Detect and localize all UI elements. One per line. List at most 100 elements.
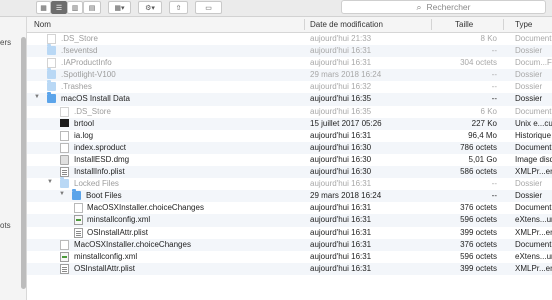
file-name: ia.log bbox=[74, 130, 94, 140]
column-separator[interactable] bbox=[431, 19, 432, 30]
column-date-header[interactable]: Date de modification bbox=[310, 20, 383, 29]
folder-icon bbox=[72, 189, 81, 201]
document-icon bbox=[60, 239, 69, 250]
folder-icon bbox=[47, 68, 56, 80]
file-type: Document bbox=[515, 203, 552, 213]
file-size: 96,4 Mo bbox=[468, 130, 497, 140]
list-row[interactable]: InstallInfo.plist aujourd'hui 16:30 586 … bbox=[27, 166, 552, 179]
list-row[interactable]: OSInstallAttr.plist aujourd'hui 16:31 39… bbox=[27, 227, 552, 239]
column-type-header[interactable]: Type bbox=[515, 20, 532, 29]
file-date: 29 mars 2018 16:24 bbox=[310, 191, 382, 201]
file-type: Dossier bbox=[515, 94, 543, 104]
file-name: Boot Files bbox=[86, 191, 122, 201]
document-icon bbox=[60, 142, 69, 153]
file-size: 304 octets bbox=[460, 58, 497, 68]
list-row[interactable]: OSInstallAttr.plist aujourd'hui 16:31 39… bbox=[27, 262, 552, 275]
list-row[interactable]: MacOSXInstaller.choiceChanges aujourd'hu… bbox=[27, 202, 552, 214]
file-size: -- bbox=[491, 82, 497, 92]
gallery-view-icon: ▤ bbox=[88, 4, 96, 12]
list-row[interactable]: .fseventsd aujourd'hui 16:31 -- Dossier bbox=[27, 44, 552, 58]
file-date: aujourd'hui 16:31 bbox=[310, 215, 372, 225]
plist-file-icon bbox=[60, 263, 69, 274]
file-date: aujourd'hui 16:31 bbox=[310, 239, 372, 249]
list-row[interactable]: .Trashes aujourd'hui 16:32 -- Dossier bbox=[27, 80, 552, 93]
terminal-executable-icon bbox=[60, 118, 69, 127]
list-view-button[interactable]: ☰ bbox=[51, 1, 67, 14]
list-row[interactable]: brtool 15 juillet 2017 05:26 227 Ko Unix… bbox=[27, 117, 552, 130]
tag-button[interactable]: ▭ bbox=[195, 1, 222, 14]
file-size: -- bbox=[491, 191, 497, 201]
list-row[interactable]: index.sproduct aujourd'hui 16:30 786 oct… bbox=[27, 141, 552, 154]
file-date: aujourd'hui 16:31 bbox=[310, 179, 372, 189]
list-row[interactable]: minstallconfig.xml aujourd'hui 16:31 596… bbox=[27, 251, 552, 263]
file-type: eXtens...ument bbox=[515, 251, 552, 261]
file-name: .DS_Store bbox=[74, 106, 111, 116]
file-size: -- bbox=[491, 94, 497, 104]
file-type: Dossier bbox=[515, 46, 543, 56]
toolbar: ▦ ☰ ▥ ▤ ▦▾ ⚙▾ ⇧ ▭ ⌕ Rechercher bbox=[0, 0, 552, 17]
column-view-icon: ▥ bbox=[71, 4, 79, 12]
list-row[interactable]: .DS_Store aujourd'hui 21:33 8 Ko Documen… bbox=[27, 33, 552, 45]
file-type: Historique bbox=[515, 130, 552, 140]
gear-icon: ⚙▾ bbox=[145, 4, 155, 12]
file-date: 15 juillet 2017 05:26 bbox=[310, 118, 382, 128]
list-row[interactable]: ia.log aujourd'hui 16:31 96,4 Mo Histori… bbox=[27, 130, 552, 142]
list-row[interactable]: ▼ macOS Install Data aujourd'hui 16:35 -… bbox=[27, 92, 552, 106]
file-date: 29 mars 2018 16:24 bbox=[310, 70, 382, 80]
file-name: .Trashes bbox=[61, 82, 92, 92]
file-type: XMLPr...ertyList bbox=[515, 263, 552, 273]
list-row[interactable]: InstallESD.dmg aujourd'hui 16:30 5,01 Go… bbox=[27, 154, 552, 166]
gallery-view-button[interactable]: ▤ bbox=[83, 1, 101, 14]
document-icon bbox=[74, 203, 83, 214]
arrange-button[interactable]: ▦▾ bbox=[108, 1, 131, 14]
file-date: aujourd'hui 16:31 bbox=[310, 251, 372, 261]
disclosure-triangle-expanded-icon[interactable]: ▼ bbox=[59, 191, 65, 197]
column-view-button[interactable]: ▥ bbox=[67, 1, 83, 14]
file-size: 8 Ko bbox=[480, 34, 497, 43]
list-row[interactable]: .IAProductInfo aujourd'hui 16:31 304 oct… bbox=[27, 57, 552, 69]
column-header: Nom Date de modification Taille Type bbox=[27, 17, 552, 33]
disclosure-triangle-expanded-icon[interactable]: ▼ bbox=[47, 179, 53, 185]
sidebar-item-partial-2[interactable]: ots bbox=[0, 221, 11, 230]
list-row[interactable]: .DS_Store aujourd'hui 16:35 6 Ko Documen… bbox=[27, 106, 552, 118]
list-row[interactable]: minstallconfig.xml aujourd'hui 16:31 596… bbox=[27, 214, 552, 227]
file-list: .DS_Store aujourd'hui 21:33 8 Ko Documen… bbox=[27, 33, 552, 275]
list-row[interactable]: MacOSXInstaller.choiceChanges aujourd'hu… bbox=[27, 238, 552, 251]
file-size: 399 octets bbox=[460, 227, 497, 237]
file-name: .fseventsd bbox=[61, 46, 98, 56]
file-type: Document bbox=[515, 239, 552, 249]
file-date: aujourd'hui 16:31 bbox=[310, 203, 372, 213]
file-date: aujourd'hui 16:30 bbox=[310, 167, 372, 177]
search-placeholder: Rechercher bbox=[426, 2, 471, 12]
file-type: Document bbox=[515, 34, 552, 43]
file-name: minstallconfig.xml bbox=[74, 251, 138, 261]
file-size: 376 octets bbox=[460, 203, 497, 213]
file-date: aujourd'hui 21:33 bbox=[310, 34, 372, 43]
folder-icon bbox=[47, 44, 56, 56]
file-size: 5,01 Go bbox=[468, 154, 497, 164]
file-size: 586 octets bbox=[460, 167, 497, 177]
file-name: MacOSXInstaller.choiceChanges bbox=[87, 203, 204, 213]
plist-file-icon bbox=[60, 167, 69, 178]
action-button[interactable]: ⚙▾ bbox=[138, 1, 162, 14]
sidebar-item-partial-1[interactable]: ers bbox=[0, 38, 11, 47]
file-name: OSInstallAttr.plist bbox=[74, 263, 135, 273]
search-field[interactable]: ⌕ Rechercher bbox=[341, 0, 546, 14]
list-row[interactable]: .Spotlight-V100 29 mars 2018 16:24 -- Do… bbox=[27, 68, 552, 82]
icon-view-button[interactable]: ▦ bbox=[36, 1, 51, 14]
column-separator[interactable] bbox=[503, 19, 504, 30]
share-button[interactable]: ⇧ bbox=[169, 1, 188, 14]
file-name: InstallESD.dmg bbox=[74, 154, 130, 164]
file-date: aujourd'hui 16:35 bbox=[310, 106, 372, 116]
share-icon: ⇧ bbox=[175, 4, 182, 12]
list-row[interactable]: ▼ Locked Files aujourd'hui 16:31 -- Doss… bbox=[27, 177, 552, 190]
file-size: 376 octets bbox=[460, 239, 497, 249]
column-name-header[interactable]: Nom bbox=[34, 20, 51, 29]
disclosure-triangle-expanded-icon[interactable]: ▼ bbox=[34, 94, 40, 100]
column-separator[interactable] bbox=[304, 19, 305, 30]
folder-icon bbox=[47, 92, 56, 104]
column-size-header[interactable]: Taille bbox=[455, 20, 473, 29]
list-row[interactable]: ▼ Boot Files 29 mars 2018 16:24 -- Dossi… bbox=[27, 189, 552, 203]
file-date: aujourd'hui 16:31 bbox=[310, 58, 372, 68]
file-size: -- bbox=[491, 46, 497, 56]
